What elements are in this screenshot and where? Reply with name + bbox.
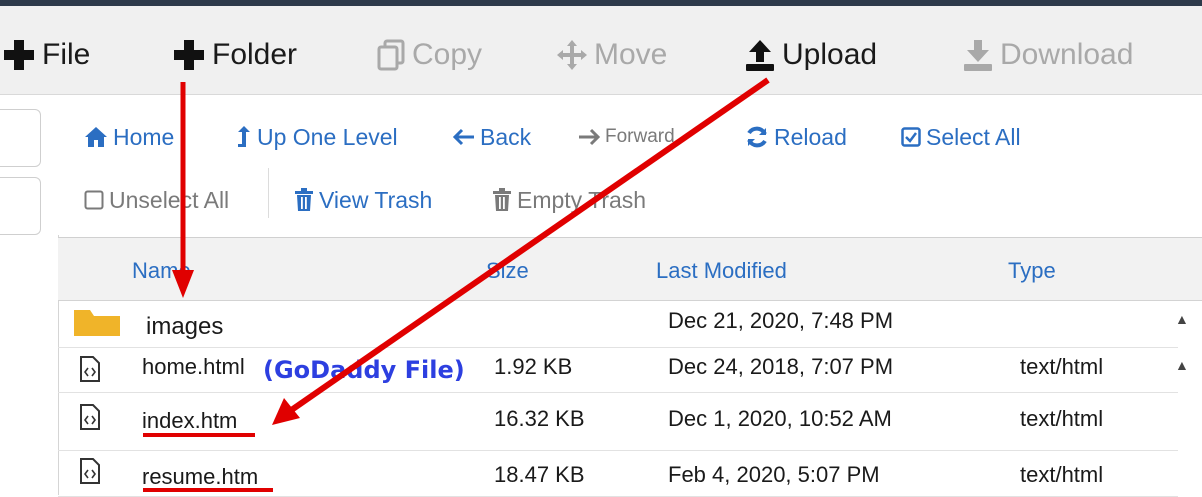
code-file-icon <box>80 404 100 430</box>
new-file-button[interactable]: File <box>2 33 90 77</box>
table-row[interactable]: home.html 1.92 KB Dec 24, 2018, 7:07 PM … <box>58 348 1178 393</box>
column-header-size[interactable]: Size <box>486 258 529 284</box>
table-row[interactable]: images Dec 21, 2020, 7:48 PM <box>58 301 1178 348</box>
reload-label: Reload <box>774 123 847 150</box>
checkbox-empty-icon <box>84 190 104 210</box>
upload-label: Upload <box>782 38 878 71</box>
file-type: text/html <box>1020 354 1104 379</box>
file-name[interactable]: home.html <box>142 354 245 380</box>
table-row[interactable]: index.htm 16.32 KB Dec 1, 2020, 10:52 AM… <box>58 394 1178 451</box>
file-name[interactable]: resume.htm <box>142 464 258 490</box>
reload-link[interactable]: Reload <box>745 122 847 152</box>
plus-icon <box>172 38 206 72</box>
file-modified: Feb 4, 2020, 5:07 PM <box>668 462 880 487</box>
copy-button[interactable]: Copy <box>376 33 482 77</box>
trash-icon <box>492 188 512 212</box>
home-link[interactable]: Home <box>84 122 174 152</box>
back-link[interactable]: Back <box>453 122 531 152</box>
godaddy-file-annotation: (GoDaddy File) <box>263 356 465 384</box>
download-icon <box>962 38 994 72</box>
file-size: 16.32 KB <box>494 406 585 431</box>
copy-icon <box>376 39 406 71</box>
unselect-all-link[interactable]: Unselect All <box>84 185 229 215</box>
file-name[interactable]: images <box>146 313 223 341</box>
column-header-last-modified[interactable]: Last Modified <box>656 258 787 284</box>
navigation-actions: Home Up One Level Back Forward Reload Se… <box>58 95 1202 235</box>
forward-link[interactable]: Forward <box>578 122 675 152</box>
new-folder-label: Folder <box>212 38 298 71</box>
index-underline <box>143 433 255 437</box>
checkbox-checked-icon <box>901 127 921 147</box>
left-sidebar <box>0 95 59 495</box>
up-one-level-label: Up One Level <box>257 123 398 150</box>
plus-icon <box>2 38 36 72</box>
move-button[interactable]: Move <box>556 33 667 77</box>
resume-underline <box>143 488 273 492</box>
refresh-icon <box>745 125 769 149</box>
sidebar-input[interactable] <box>0 109 41 167</box>
file-modified: Dec 24, 2018, 7:07 PM <box>668 354 894 379</box>
download-button[interactable]: Download <box>962 33 1133 77</box>
new-folder-button[interactable]: Folder <box>172 33 297 77</box>
divider <box>268 168 269 218</box>
select-all-label: Select All <box>926 123 1021 150</box>
file-size: 1.92 KB <box>494 354 573 379</box>
copy-label: Copy <box>412 38 483 71</box>
empty-trash-label: Empty Trash <box>517 186 647 213</box>
upload-button[interactable]: Upload <box>744 33 877 77</box>
arrow-right-icon <box>578 128 600 146</box>
back-label: Back <box>480 123 532 150</box>
scroll-up-icon[interactable]: ▲ <box>1175 357 1189 373</box>
file-size: 18.47 KB <box>494 462 585 487</box>
empty-trash-link[interactable]: Empty Trash <box>492 185 646 215</box>
home-icon <box>84 126 108 148</box>
upload-icon <box>744 38 776 72</box>
forward-label: Forward <box>605 126 675 147</box>
column-header-name[interactable]: Name <box>132 258 191 284</box>
view-trash-label: View Trash <box>319 186 433 213</box>
download-label: Download <box>1000 38 1134 71</box>
scroll-up-icon[interactable]: ▲ <box>1175 311 1189 327</box>
table-header: Name Size Last Modified Type <box>58 238 1202 301</box>
file-table: Name Size Last Modified Type images Dec … <box>58 237 1202 497</box>
move-icon <box>556 39 588 71</box>
file-type: text/html <box>1020 462 1104 487</box>
new-file-label: File <box>42 38 91 71</box>
code-file-icon <box>80 356 100 382</box>
sidebar-input[interactable] <box>0 177 41 235</box>
select-all-link[interactable]: Select All <box>901 122 1021 152</box>
view-trash-link[interactable]: View Trash <box>294 185 432 215</box>
move-label: Move <box>594 38 668 71</box>
up-one-level-link[interactable]: Up One Level <box>236 122 398 152</box>
home-label: Home <box>113 123 175 150</box>
level-up-icon <box>236 125 252 149</box>
trash-icon <box>294 188 314 212</box>
column-header-type[interactable]: Type <box>1008 258 1056 284</box>
file-modified: Dec 1, 2020, 10:52 AM <box>668 406 892 431</box>
file-manager-toolbar: File Folder Copy Move Upload Download <box>0 6 1202 95</box>
unselect-all-label: Unselect All <box>109 186 230 213</box>
arrow-left-icon <box>453 128 475 146</box>
folder-icon <box>74 308 120 338</box>
file-modified: Dec 21, 2020, 7:48 PM <box>668 308 894 333</box>
code-file-icon <box>80 458 100 484</box>
file-type: text/html <box>1020 406 1104 431</box>
file-name[interactable]: index.htm <box>142 408 237 434</box>
